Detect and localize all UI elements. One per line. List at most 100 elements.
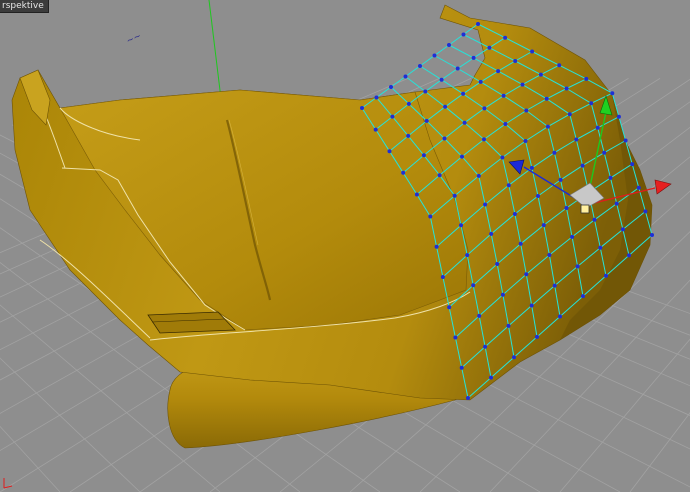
mesh-edge[interactable]: [441, 68, 458, 81]
mesh-vertex[interactable]: [604, 273, 608, 278]
mesh-vertex[interactable]: [414, 192, 419, 197]
mesh-vertex[interactable]: [374, 95, 379, 100]
mesh-vertex[interactable]: [536, 194, 540, 198]
mesh-vertex[interactable]: [455, 66, 460, 71]
mesh-vertex[interactable]: [541, 223, 546, 228]
mesh-vertex[interactable]: [564, 86, 569, 91]
mesh-edge[interactable]: [390, 76, 406, 88]
mesh-vertex[interactable]: [570, 234, 575, 239]
mesh-vertex[interactable]: [513, 59, 518, 63]
mesh-edge[interactable]: [457, 57, 474, 69]
mesh-vertex[interactable]: [523, 139, 528, 143]
mesh-vertex[interactable]: [437, 173, 442, 178]
mesh-vertex[interactable]: [512, 355, 516, 360]
mesh-vertex[interactable]: [471, 283, 476, 288]
car-front-model[interactable]: [11, 4, 653, 449]
mesh-vertex[interactable]: [424, 118, 429, 123]
mesh-vertex[interactable]: [636, 185, 641, 190]
mesh-vertex[interactable]: [476, 173, 481, 178]
mesh-vertex[interactable]: [598, 245, 603, 250]
mesh-vertex[interactable]: [602, 150, 607, 155]
mesh-vertex[interactable]: [545, 124, 550, 129]
mesh-vertex[interactable]: [558, 314, 562, 319]
mesh-vertex[interactable]: [406, 101, 411, 106]
mesh-vertex[interactable]: [447, 43, 451, 47]
mesh-vertex[interactable]: [620, 227, 625, 232]
mesh-vertex[interactable]: [482, 137, 486, 142]
mesh-vertex[interactable]: [401, 170, 406, 175]
mesh-vertex[interactable]: [466, 396, 470, 400]
mesh-vertex[interactable]: [432, 53, 437, 58]
mesh-vertex[interactable]: [500, 292, 505, 297]
mesh-vertex[interactable]: [476, 22, 480, 26]
mesh-vertex[interactable]: [440, 275, 445, 279]
mesh-vertex[interactable]: [512, 212, 517, 216]
mesh-vertex[interactable]: [567, 112, 572, 117]
mesh-vertex[interactable]: [487, 45, 492, 50]
mesh-vertex[interactable]: [482, 106, 487, 111]
mesh-vertex[interactable]: [595, 125, 600, 130]
mesh-vertex[interactable]: [442, 136, 447, 141]
mesh-vertex[interactable]: [581, 294, 585, 299]
mesh-vertex[interactable]: [471, 55, 476, 60]
mesh-vertex[interactable]: [623, 138, 628, 143]
mesh-vertex[interactable]: [552, 150, 557, 155]
mesh-edge[interactable]: [419, 65, 442, 81]
mesh-vertex[interactable]: [535, 334, 539, 339]
mesh-vertex[interactable]: [538, 72, 543, 77]
mesh-vertex[interactable]: [529, 303, 534, 308]
mesh-vertex[interactable]: [529, 165, 534, 170]
mesh-edge[interactable]: [434, 55, 458, 69]
mesh-vertex[interactable]: [580, 163, 585, 168]
mesh-vertex[interactable]: [564, 206, 569, 210]
mesh-edge[interactable]: [448, 34, 464, 46]
mesh-vertex[interactable]: [452, 193, 457, 198]
mesh-vertex[interactable]: [544, 96, 549, 101]
mesh-vertex[interactable]: [518, 241, 523, 246]
mesh-vertex[interactable]: [434, 244, 439, 249]
viewport-label[interactable]: rspektive: [0, 0, 49, 13]
mesh-vertex[interactable]: [506, 183, 511, 188]
mesh-vertex[interactable]: [503, 122, 508, 126]
mesh-vertex[interactable]: [390, 114, 395, 119]
mesh-vertex[interactable]: [496, 69, 501, 74]
mesh-vertex[interactable]: [489, 231, 494, 236]
mesh-vertex[interactable]: [387, 149, 392, 154]
mesh-vertex[interactable]: [418, 64, 422, 68]
mesh-vertex[interactable]: [643, 209, 648, 214]
mesh-vertex[interactable]: [406, 133, 411, 138]
mesh-vertex[interactable]: [495, 262, 500, 266]
mesh-vertex[interactable]: [503, 35, 508, 40]
mesh-vertex[interactable]: [428, 214, 433, 219]
mesh-vertex[interactable]: [360, 106, 364, 110]
mesh-vertex[interactable]: [477, 313, 482, 318]
mesh-vertex[interactable]: [447, 305, 452, 310]
mesh-vertex[interactable]: [524, 272, 529, 277]
mesh-vertex[interactable]: [500, 155, 505, 160]
mesh-vertex[interactable]: [478, 79, 483, 84]
mesh-vertex[interactable]: [524, 108, 529, 113]
mesh-vertex[interactable]: [459, 223, 463, 228]
mesh-vertex[interactable]: [421, 153, 426, 158]
mesh-vertex[interactable]: [460, 154, 464, 159]
mesh-edge[interactable]: [419, 55, 435, 67]
mesh-vertex[interactable]: [574, 137, 579, 142]
mesh-vertex[interactable]: [630, 162, 635, 167]
mesh-vertex[interactable]: [547, 253, 552, 257]
mesh-vertex[interactable]: [530, 49, 535, 54]
mesh-vertex[interactable]: [506, 323, 511, 328]
mesh-edge[interactable]: [405, 65, 421, 77]
mesh-vertex[interactable]: [489, 375, 493, 380]
mesh-vertex[interactable]: [389, 85, 393, 89]
mesh-vertex[interactable]: [423, 89, 428, 94]
mesh-vertex[interactable]: [459, 365, 464, 370]
3d-viewport[interactable]: ~~ rspektive: [0, 0, 690, 492]
mesh-vertex[interactable]: [558, 177, 563, 182]
mesh-vertex[interactable]: [461, 91, 466, 96]
mesh-vertex[interactable]: [520, 82, 525, 87]
mesh-vertex[interactable]: [465, 253, 470, 258]
mesh-vertex[interactable]: [483, 344, 488, 349]
mesh-vertex[interactable]: [461, 32, 466, 37]
mesh-vertex[interactable]: [373, 127, 378, 132]
mesh-vertex[interactable]: [650, 233, 654, 237]
